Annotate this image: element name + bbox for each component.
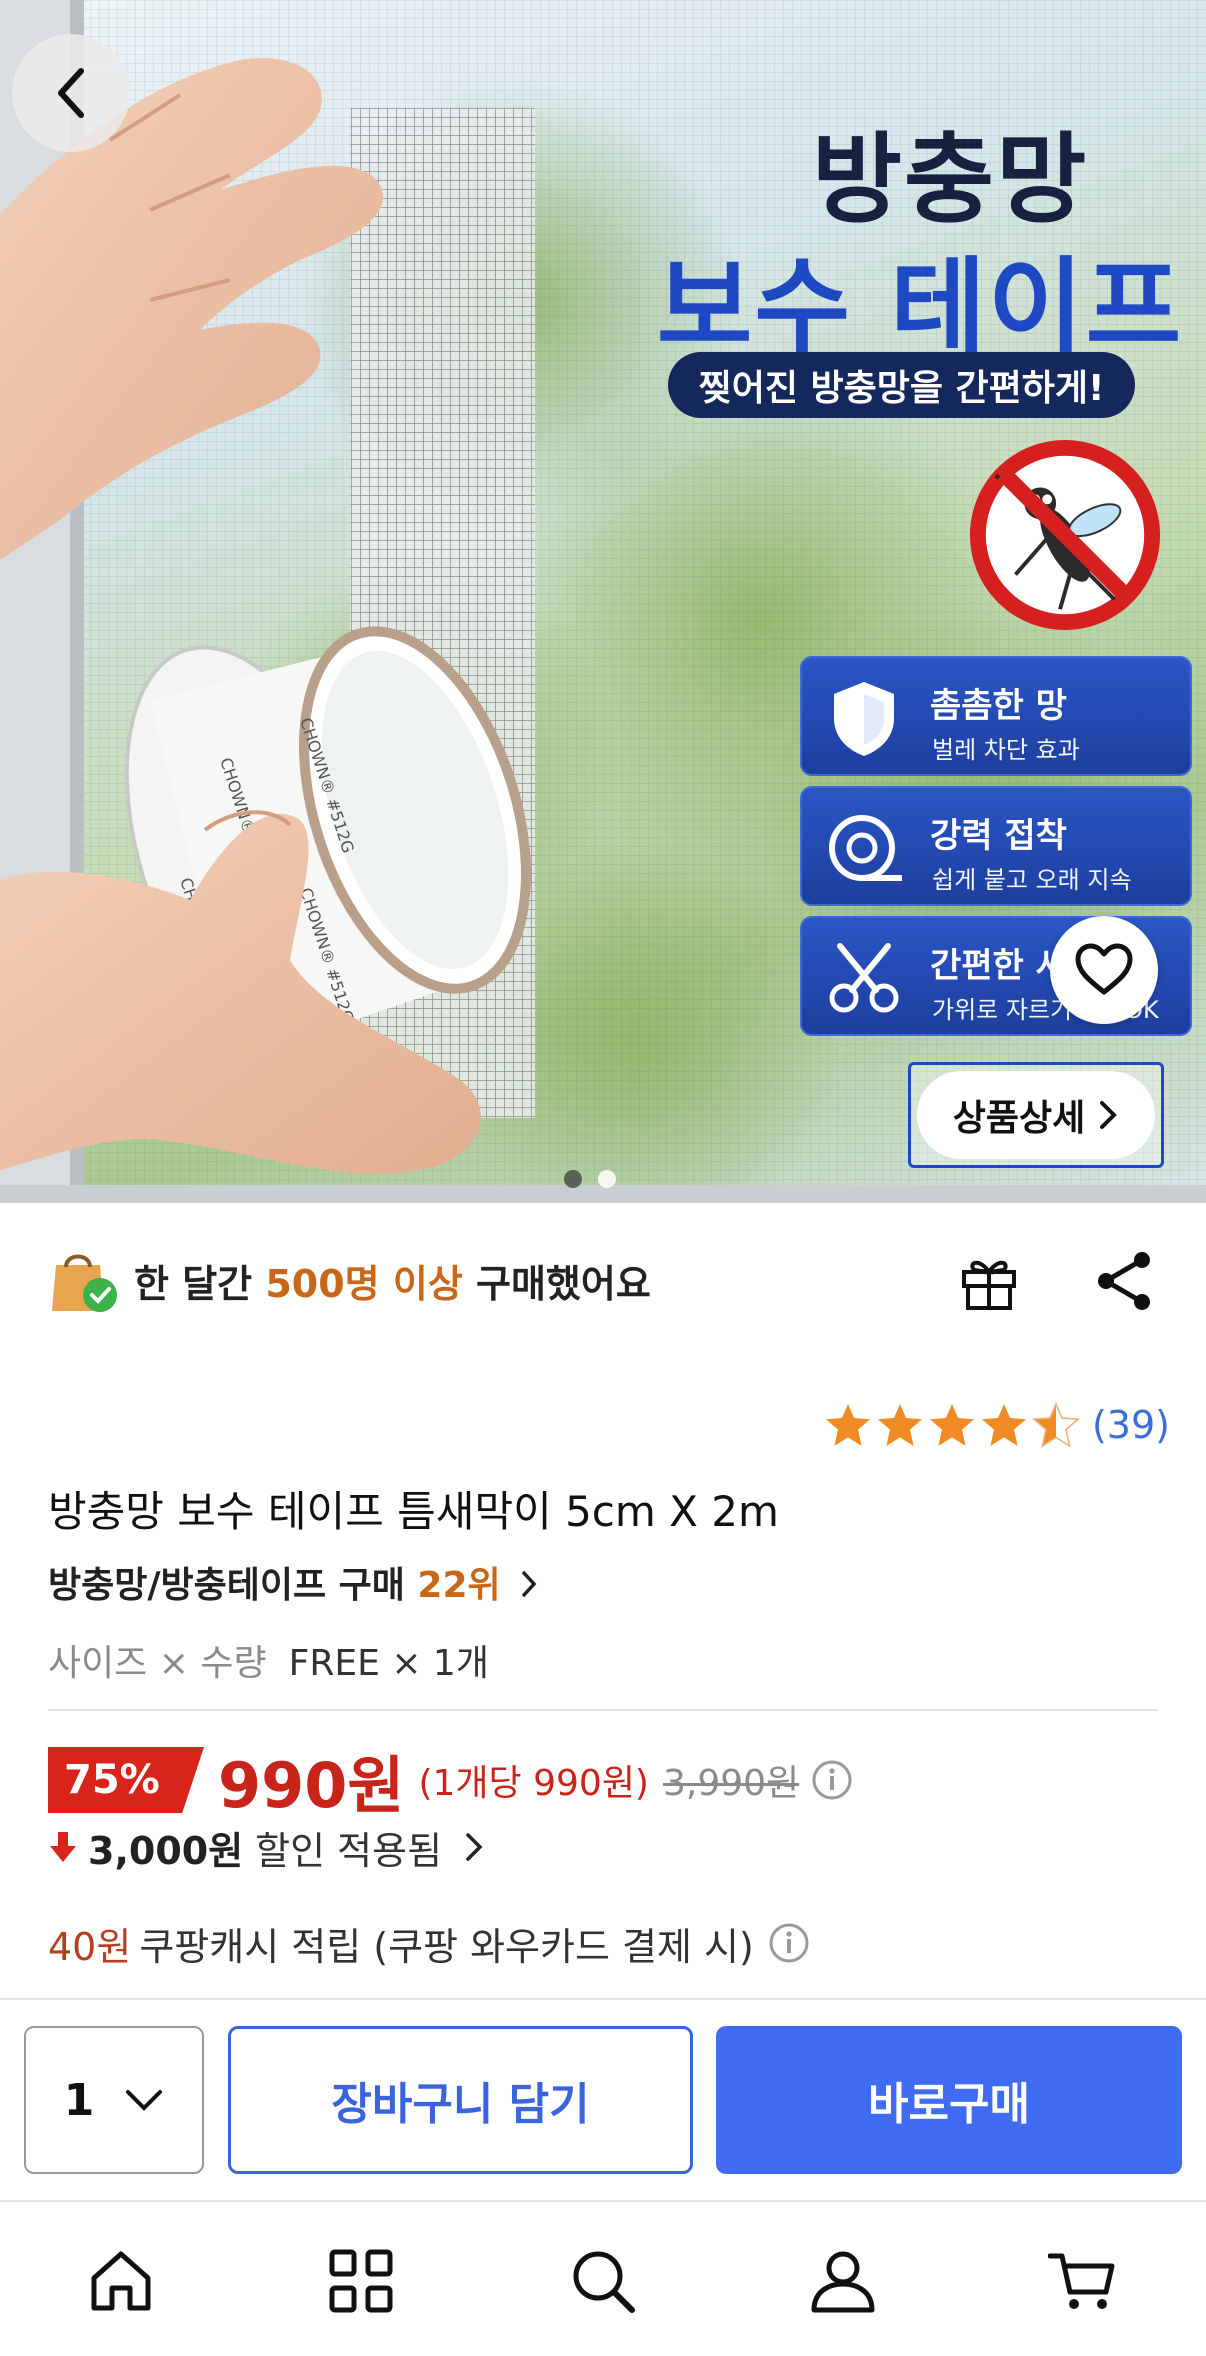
tape-roll-icon xyxy=(829,815,902,881)
divider xyxy=(48,1709,1158,1711)
purchase-count-banner: 한 달간 500명 이상 구매했어요 xyxy=(48,1245,651,1315)
discount-label: 할인 적용됨 xyxy=(255,1828,443,1873)
my-account-icon[interactable] xyxy=(808,2246,878,2316)
back-button[interactable] xyxy=(12,34,130,152)
star-full-icon xyxy=(929,1404,974,1446)
unit-price: (1개당 990원) xyxy=(418,1763,649,1804)
home-icon[interactable] xyxy=(86,2246,156,2316)
discount-rate-badge: 75% xyxy=(48,1747,204,1813)
cashback-label: 쿠팡캐시 적립 (쿠팡 와우카드 결제 시) xyxy=(139,1924,754,1969)
chevron-left-icon xyxy=(58,68,84,118)
info-icon[interactable] xyxy=(811,1759,853,1801)
category-rank-link[interactable]: 방충망/방충테이프 구매 22위 xyxy=(48,1556,539,1608)
quantity-selector[interactable]: 1 xyxy=(24,2026,204,2174)
gift-icon[interactable] xyxy=(956,1248,1022,1314)
feature-desc: 쉽게 붙고 오래 지속 xyxy=(932,866,1132,894)
purchase-count-text: 한 달간 500명 이상 구매했어요 xyxy=(134,1261,651,1306)
review-count-link[interactable]: (39) xyxy=(1092,1403,1170,1447)
info-icon[interactable] xyxy=(768,1922,810,1964)
shopping-bag-check-icon xyxy=(52,1254,117,1312)
star-half-icon xyxy=(1032,1402,1080,1448)
product-detail-button[interactable]: 상품상세 xyxy=(908,1062,1164,1168)
carousel-dot-active xyxy=(564,1170,582,1188)
add-to-cart-button[interactable]: 장바구니 담기 xyxy=(228,2026,693,2174)
selected-option[interactable]: 사이즈 × 수량 FREE × 1개 xyxy=(48,1634,489,1686)
hero-tagline: 찢어진 방충망을 간편하게! xyxy=(668,352,1135,418)
hero-title-line2: 보수 테이프 xyxy=(656,246,1184,368)
hero-title-line1: 방충망 xyxy=(811,123,1089,237)
sale-price: 990원 xyxy=(218,1749,405,1822)
star-full-icon xyxy=(877,1404,922,1446)
carousel-dot xyxy=(598,1170,616,1188)
search-icon[interactable] xyxy=(568,2246,638,2316)
heart-icon xyxy=(1075,943,1133,995)
cashback-amount: 40원 xyxy=(48,1924,132,1969)
feature-desc: 벌레 차단 효과 xyxy=(932,736,1080,764)
chevron-right-icon xyxy=(522,1571,537,1597)
chevron-right-icon xyxy=(466,1833,483,1861)
shield-icon xyxy=(834,682,894,756)
chevron-right-icon xyxy=(1100,1101,1118,1129)
price-row: 75% 990원 (1개당 990원) 3,990원 xyxy=(48,1738,853,1822)
cashback-info: 40원 쿠팡캐시 적립 (쿠팡 와우카드 결제 시) xyxy=(48,1914,810,1972)
star-full-icon xyxy=(981,1404,1026,1446)
discount-amount: 3,000원 xyxy=(88,1828,244,1873)
quantity-value: 1 xyxy=(63,2074,95,2126)
product-detail-label: 상품상세 xyxy=(917,1071,1155,1159)
cart-icon[interactable] xyxy=(1048,2246,1118,2316)
feature-title: 간편한 사 xyxy=(930,946,1067,986)
feature-title: 촘촘한 망 xyxy=(930,686,1067,726)
rating-summary[interactable]: (39) xyxy=(824,1402,1170,1448)
scissors-icon xyxy=(829,943,899,1013)
category-icon[interactable] xyxy=(326,2246,396,2316)
applied-discount-link[interactable]: 3,000원 할인 적용됨 xyxy=(48,1818,488,1876)
arrow-down-icon xyxy=(50,1832,76,1862)
star-rating xyxy=(824,1402,1080,1448)
wishlist-button[interactable] xyxy=(1050,916,1158,1024)
product-image-carousel[interactable]: CHOWN® #512G CHOWN® #512G CHOWN® #512G C… xyxy=(0,0,1206,1203)
purchase-bar: 1 장바구니 담기 바로구매 xyxy=(0,1998,1206,2200)
chevron-down-icon xyxy=(126,2090,163,2111)
carousel-indicator xyxy=(564,1170,616,1188)
bottom-tab-bar xyxy=(0,2200,1206,2356)
share-icon[interactable] xyxy=(1092,1248,1158,1314)
feature-card-adhesive: 강력 접착 쉽게 붙고 오래 지속 xyxy=(800,786,1192,906)
buy-now-button[interactable]: 바로구매 xyxy=(716,2026,1182,2174)
star-full-icon xyxy=(825,1404,870,1446)
no-mosquito-icon xyxy=(969,439,1161,631)
feature-card-mesh: 촘촘한 망 벌레 차단 효과 xyxy=(800,656,1192,776)
original-price: 3,990원 xyxy=(662,1763,800,1804)
feature-title: 강력 접착 xyxy=(930,816,1067,856)
product-title: 방충망 보수 테이프 틈새막이 5cm X 2m xyxy=(48,1487,779,1536)
